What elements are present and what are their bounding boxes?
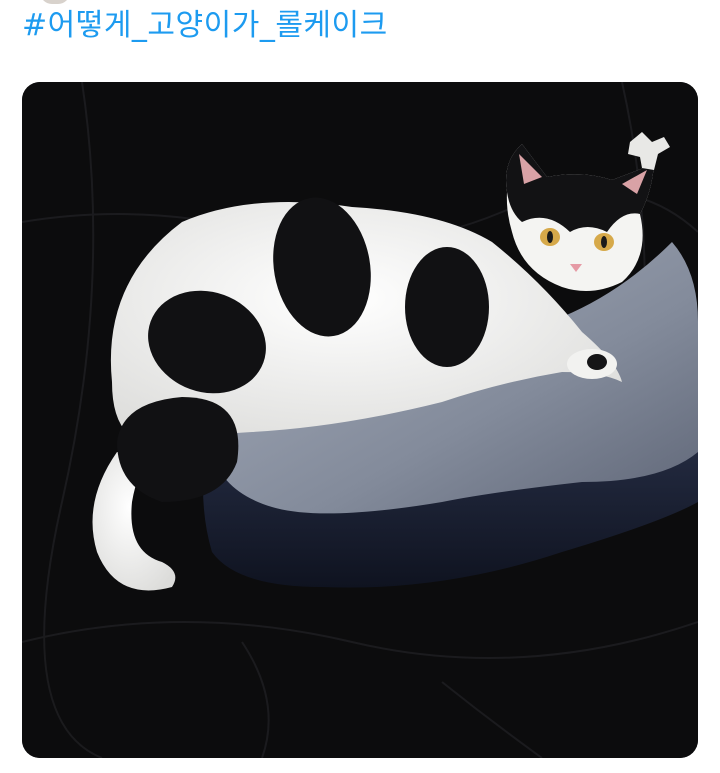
avatar[interactable] <box>40 0 70 4</box>
cat-patch-mid <box>405 247 489 367</box>
cat-paw-spot <box>587 354 607 370</box>
tweet-view: #어떻게_고양이가_롤케이크 <box>0 0 720 773</box>
cat-photo-illustration <box>22 82 698 758</box>
tweet-photo[interactable] <box>22 82 698 758</box>
hashtag-link[interactable]: #어떻게_고양이가_롤케이크 <box>22 6 388 46</box>
